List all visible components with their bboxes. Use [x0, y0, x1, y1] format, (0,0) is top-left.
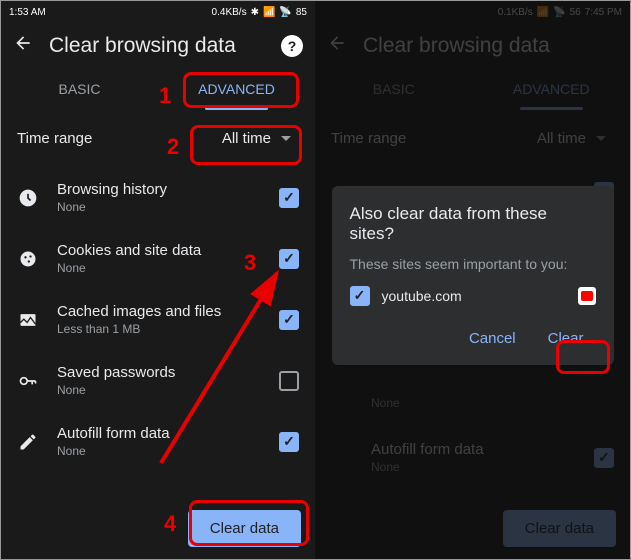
confirm-dialog: Also clear data from these sites? These … — [332, 186, 614, 365]
dialog-subtitle: These sites seem important to you: — [350, 256, 596, 272]
option-title: Saved passwords — [57, 364, 261, 381]
option-title: Autofill form data — [57, 425, 261, 442]
cancel-button[interactable]: Cancel — [457, 322, 528, 355]
dialog-title: Also clear data from these sites? — [350, 204, 596, 244]
tab-advanced-label: ADVANCED — [198, 81, 275, 97]
time-range-value: All time — [222, 130, 271, 147]
checkbox-history[interactable] — [279, 188, 299, 208]
status-bar: 1:53 AM 0.4KB/s ✱ 📶 📡 85 — [1, 1, 315, 23]
option-sub: None — [57, 261, 261, 275]
key-icon — [17, 370, 39, 392]
option-sub: Less than 1 MB — [57, 322, 261, 336]
status-time: 1:53 AM — [9, 7, 46, 18]
header: Clear browsing data ? — [1, 23, 315, 68]
help-icon[interactable]: ? — [281, 35, 303, 57]
tab-advanced[interactable]: ADVANCED — [158, 68, 315, 110]
bluetooth-icon: ✱ — [251, 7, 259, 18]
option-passwords[interactable]: Saved passwords None — [1, 350, 315, 411]
battery-icon: 85 — [296, 7, 307, 18]
checkbox-passwords[interactable] — [279, 371, 299, 391]
images-icon — [17, 309, 39, 331]
tabs: BASIC ADVANCED — [1, 68, 315, 110]
pencil-icon — [17, 431, 39, 453]
clear-data-button[interactable]: Clear data — [188, 510, 301, 547]
time-range-select[interactable]: All time — [214, 124, 299, 153]
option-title: Browsing history — [57, 181, 261, 198]
chevron-down-icon — [281, 136, 291, 141]
clear-button[interactable]: Clear — [536, 322, 596, 355]
option-browsing-history[interactable]: Browsing history None — [1, 167, 315, 228]
tab-basic[interactable]: BASIC — [1, 68, 158, 110]
dialog-actions: Cancel Clear — [350, 322, 596, 355]
option-cached[interactable]: Cached images and files Less than 1 MB — [1, 289, 315, 350]
wifi-icon: 📡 — [279, 7, 291, 18]
time-range-row: Time range All time — [1, 110, 315, 167]
page-title: Clear browsing data — [49, 34, 265, 58]
checkbox-autofill[interactable] — [279, 432, 299, 452]
screen-left: 1:53 AM 0.4KB/s ✱ 📶 📡 85 Clear browsing … — [1, 1, 315, 559]
option-sub: None — [57, 383, 261, 397]
screen-right: 0.1KB/s 📶 📡 56 7:45 PM Clear browsing da… — [315, 1, 630, 559]
option-sub: None — [57, 444, 261, 458]
option-autofill[interactable]: Autofill form data None — [1, 411, 315, 472]
cookie-icon — [17, 248, 39, 270]
clock-icon — [17, 187, 39, 209]
checkbox-cookies[interactable] — [279, 249, 299, 269]
site-name: youtube.com — [382, 288, 566, 304]
checkbox-cached[interactable] — [279, 310, 299, 330]
option-sub: None — [57, 200, 261, 214]
option-cookies[interactable]: Cookies and site data None — [1, 228, 315, 289]
dialog-overlay: Also clear data from these sites? These … — [315, 1, 630, 559]
youtube-icon — [578, 287, 596, 305]
status-speed: 0.4KB/s — [212, 7, 247, 18]
tab-basic-label: BASIC — [58, 81, 100, 97]
back-arrow-icon[interactable] — [13, 33, 33, 58]
time-range-label: Time range — [17, 130, 92, 147]
option-title: Cached images and files — [57, 303, 261, 320]
annotation-number-4: 4 — [164, 511, 176, 537]
signal-icon: 📶 — [263, 7, 275, 18]
option-title: Cookies and site data — [57, 242, 261, 259]
footer: Clear data — [188, 510, 301, 547]
checkbox-site[interactable] — [350, 286, 370, 306]
dialog-site-row[interactable]: youtube.com — [350, 286, 596, 306]
